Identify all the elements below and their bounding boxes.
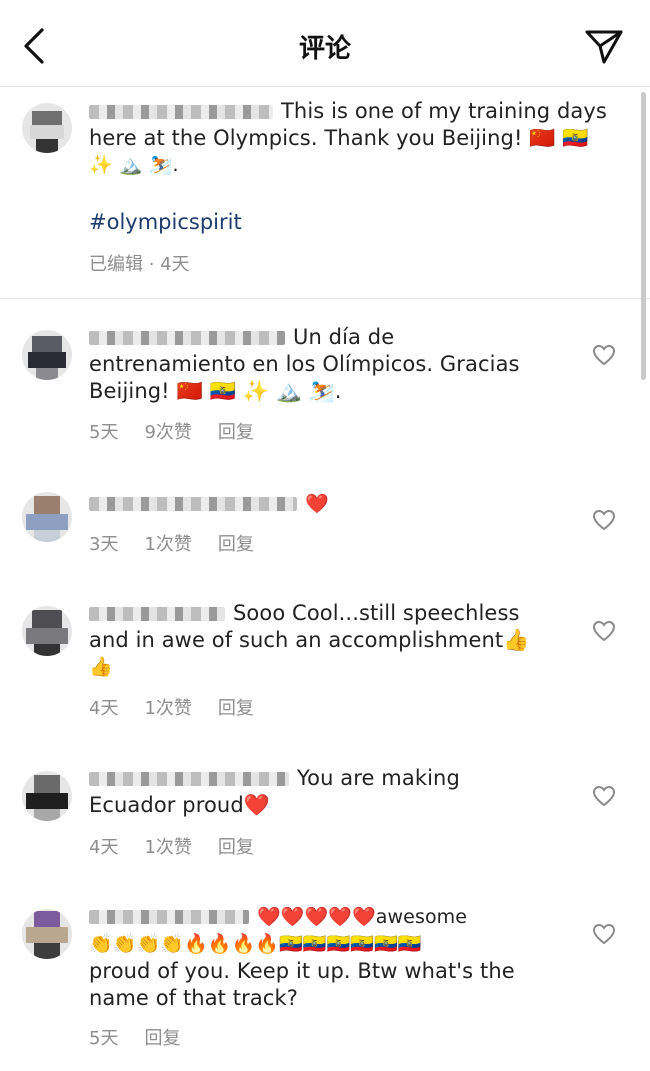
hashtag-link[interactable]: #olympicspirit (89, 210, 242, 234)
scrollbar[interactable] (641, 92, 646, 380)
heart-outline-icon[interactable] (592, 785, 616, 807)
header-bar: 评论 (0, 0, 650, 87)
page-title: 评论 (298, 34, 351, 64)
paper-plane-icon[interactable] (584, 26, 624, 66)
blurred-username[interactable] (89, 497, 297, 511)
caption-line-2: here at the Olympics. Thank you Beijing!… (89, 126, 589, 150)
heart-outline-icon[interactable] (592, 509, 616, 531)
caption-text: This is one of my training days (89, 98, 607, 125)
reply-button[interactable]: 回复 (218, 534, 254, 555)
reply-button[interactable]: 回复 (218, 422, 254, 443)
reply-button[interactable]: 回复 (218, 698, 254, 719)
caption-meta: 已编辑 · 4天 (89, 254, 190, 275)
reply-button[interactable]: 回复 (144, 1028, 180, 1049)
blurred-username[interactable] (89, 331, 285, 345)
reply-button[interactable]: 回复 (218, 837, 254, 858)
caption-line-3: ✨ 🏔️ ⛷️. (89, 154, 179, 176)
heart-outline-icon[interactable] (592, 344, 616, 366)
avatar[interactable] (22, 606, 72, 656)
blurred-username[interactable] (89, 772, 289, 786)
post-caption: This is one of my training days here at … (0, 86, 650, 299)
blurred-username[interactable] (89, 607, 225, 621)
blurred-username[interactable] (89, 910, 249, 924)
heart-outline-icon[interactable] (592, 620, 616, 642)
avatar[interactable] (22, 909, 72, 959)
avatar[interactable] (22, 330, 72, 380)
blurred-username[interactable] (89, 105, 273, 119)
avatar[interactable] (22, 771, 72, 821)
heart-outline-icon[interactable] (592, 923, 616, 945)
avatar[interactable] (22, 492, 72, 542)
avatar[interactable] (22, 103, 72, 153)
